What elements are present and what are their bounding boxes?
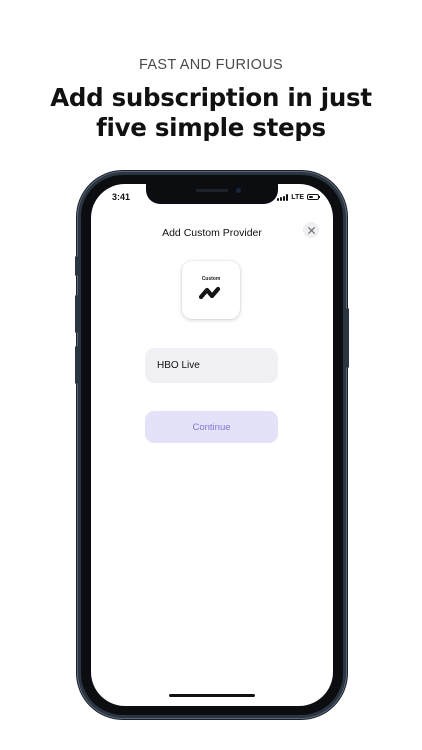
status-time: 3:41 [112, 192, 131, 202]
phone-notch [146, 184, 278, 204]
status-indicators: LTE [277, 193, 320, 201]
phone-volume-down [75, 346, 78, 384]
network-type: LTE [291, 193, 304, 201]
provider-logo-label: Custom [201, 276, 221, 282]
phone-screen: 3:41 LTE Add Custom Provider Custom Cont… [91, 184, 333, 706]
provider-name-input[interactable] [145, 348, 278, 383]
close-button[interactable] [303, 222, 319, 238]
promo-eyebrow: FAST AND FURIOUS [139, 57, 283, 73]
close-icon [307, 226, 315, 234]
speaker-grille [196, 189, 228, 192]
promo-headline: Add subscription in just five simple ste… [0, 83, 422, 143]
home-indicator[interactable] [169, 694, 255, 697]
front-camera [236, 188, 241, 193]
phone-volume-up [75, 295, 78, 333]
phone-mute-switch [75, 256, 78, 276]
phone-power-button [346, 308, 349, 368]
custom-wave-logo-icon [198, 286, 221, 300]
signal-bars-icon [277, 193, 289, 201]
promo-headline-line-2: five simple steps [96, 113, 326, 142]
promo-headline-line-1: Add subscription in just [50, 83, 372, 112]
screen-title: Add Custom Provider [162, 227, 262, 239]
continue-button[interactable]: Continue [145, 411, 278, 443]
provider-logo-card[interactable]: Custom [182, 261, 240, 319]
battery-icon [307, 194, 320, 200]
